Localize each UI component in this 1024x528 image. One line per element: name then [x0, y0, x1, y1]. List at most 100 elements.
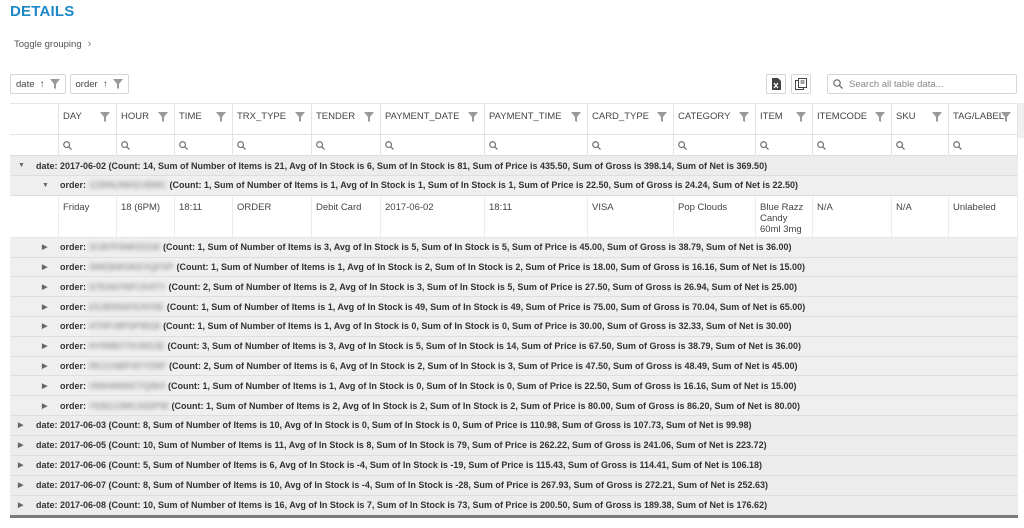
search-input[interactable]	[849, 78, 1009, 90]
group-row-date[interactable]: ▶ date: 2017-06-03 (Count: 8, Sum of Numb…	[10, 415, 1018, 436]
column-header-label: PAYMENT_DATE	[385, 111, 460, 122]
expand-icon[interactable]: ▶	[42, 382, 54, 390]
search-icon	[121, 141, 130, 150]
search-icon	[592, 141, 601, 150]
group-row-order[interactable]: ▼ order: 1Z90NJNKEVBMC (Count: 1, Sum of…	[10, 176, 1018, 196]
column-search-cell[interactable]	[59, 135, 117, 156]
filter-icon[interactable]	[468, 112, 478, 122]
expand-icon[interactable]: ▶	[42, 402, 54, 410]
group-row-date[interactable]: ▶ date: 2017-06-07 (Count: 8, Sum of Numb…	[10, 475, 1018, 496]
expand-icon[interactable]: ▶	[42, 243, 54, 251]
vertical-scrollbar[interactable]	[1018, 103, 1024, 138]
column-chooser-button[interactable]	[791, 74, 811, 94]
filter-icon[interactable]	[875, 112, 885, 122]
filter-icon[interactable]	[364, 112, 374, 122]
column-search-cell[interactable]	[949, 135, 1018, 156]
column-header-day[interactable]: DAY	[59, 104, 117, 135]
column-search-cell[interactable]	[674, 135, 756, 156]
group-row-date[interactable]: ▼ date: 2017-06-02 (Count: 14, Sum of Nu…	[10, 156, 1018, 176]
group-row-order[interactable]: ▶ order: HT0PJ8PSP9018 (Count: 1, Sum of Nu…	[10, 316, 1018, 337]
expand-icon[interactable]: ▶	[42, 362, 54, 370]
column-header-card-type[interactable]: CARD_TYPE	[588, 104, 674, 135]
column-search-cell[interactable]	[813, 135, 892, 156]
group-row-summary: (Count: 2, Sum of Number of Items is 6, …	[169, 360, 798, 371]
group-row-order[interactable]: ▶ order: D7EA6YNFCK0TY (Count: 2, Sum of Nu…	[10, 277, 1018, 298]
search-box	[827, 74, 1017, 94]
column-header-item[interactable]: ITEM	[756, 104, 813, 135]
sort-asc-icon[interactable]: ↑	[103, 79, 108, 90]
column-header-hour[interactable]: HOUR	[117, 104, 175, 135]
column-header-tag-label[interactable]: TAG/LABEL	[949, 104, 1018, 135]
expand-icon[interactable]: ▶	[42, 322, 54, 330]
expand-icon[interactable]: ▶	[42, 342, 54, 350]
filter-icon[interactable]	[739, 112, 749, 122]
toggle-grouping-link[interactable]: Toggle grouping ›	[14, 38, 91, 50]
filter-icon[interactable]	[657, 112, 667, 122]
column-header-category[interactable]: CATEGORY	[674, 104, 756, 135]
column-search-cell[interactable]	[233, 135, 312, 156]
search-icon	[833, 79, 843, 89]
column-search-cell[interactable]	[312, 135, 381, 156]
column-search-cell[interactable]	[892, 135, 949, 156]
filter-icon[interactable]	[1001, 112, 1011, 122]
column-search-cell[interactable]	[756, 135, 813, 156]
cell-sku: N/A	[892, 195, 949, 237]
group-row-order[interactable]: ▶ order: V8AHNN0CTQ964 (Count: 1, Sum of Nu…	[10, 376, 1018, 397]
group-row-order[interactable]: ▶ order: E5JB50AFEAYHE (Count: 1, Sum of Nu…	[10, 297, 1018, 317]
expand-icon[interactable]: ▶	[42, 283, 54, 291]
cell-payment-date: 2017-06-02	[381, 195, 485, 237]
filter-icon[interactable]	[100, 112, 110, 122]
grouping-chip-label: order	[75, 78, 98, 90]
group-row-date[interactable]: ▶ date: 2017-06-08 (Count: 10, Sum of Num…	[10, 495, 1018, 516]
filter-icon[interactable]	[571, 112, 581, 122]
filter-icon[interactable]	[295, 112, 305, 122]
column-header-payment-date[interactable]: PAYMENT_DATE	[381, 104, 485, 135]
grouping-chip-order[interactable]: order ↑	[69, 74, 129, 94]
expand-icon[interactable]: ▶	[18, 501, 30, 509]
expand-icon[interactable]: ▶	[42, 303, 54, 311]
cell-payment-time: 18:11	[485, 195, 588, 237]
collapse-icon[interactable]: ▼	[42, 182, 54, 189]
column-search-cell[interactable]	[588, 135, 674, 156]
column-search-cell[interactable]	[175, 135, 233, 156]
group-row-summary: (Count: 1, Sum of Number of Items is 1, …	[166, 301, 806, 312]
group-row-order[interactable]: ▶ order: YEB2JJWCA52PW (Count: 1, Sum of Nu…	[10, 396, 1018, 416]
group-row-date[interactable]: ▶ date: 2017-06-06 (Count: 5, Sum of Numb…	[10, 455, 1018, 476]
column-header-tender[interactable]: TENDER	[312, 104, 381, 135]
collapse-icon[interactable]: ▼	[18, 162, 30, 169]
column-header-sku[interactable]: SKU	[892, 104, 949, 135]
group-row-label: date: 2017-06-08 (Count: 10, Sum of Numb…	[36, 500, 768, 511]
expand-icon[interactable]: ▶	[18, 461, 30, 469]
expand-icon[interactable]: ▶	[18, 441, 30, 449]
expand-icon[interactable]: ▶	[42, 263, 54, 271]
filter-icon[interactable]	[932, 112, 942, 122]
columns-icon	[795, 78, 807, 90]
group-row-date[interactable]: ▶ date: 2017-06-05 (Count: 10, Sum of Num…	[10, 435, 1018, 456]
horizontal-scrollbar[interactable]	[10, 515, 1018, 518]
group-row-order[interactable]: ▶ order: HYR8BYTKX83JE (Count: 3, Sum of Nu…	[10, 336, 1018, 357]
filter-icon[interactable]	[158, 112, 168, 122]
expand-icon[interactable]: ▶	[18, 421, 30, 429]
column-search-cell[interactable]	[485, 135, 588, 156]
group-row-summary: (Count: 2, Sum of Number of Items is 2, …	[168, 281, 798, 292]
expand-icon[interactable]: ▶	[18, 481, 30, 489]
column-header-time[interactable]: TIME	[175, 104, 233, 135]
export-excel-button[interactable]	[766, 74, 786, 94]
filter-icon[interactable]	[216, 112, 226, 122]
group-row-order[interactable]: ▶ order: 3CM7F0NR331W (Count: 1, Sum of Num…	[10, 237, 1018, 258]
group-row-order[interactable]: ▶ order: 3WEBWOKEVQFXP (Count: 1, Sum of Nu…	[10, 257, 1018, 278]
column-header-itemcode[interactable]: ITEMCODE	[813, 104, 892, 135]
sort-asc-icon[interactable]: ↑	[40, 79, 45, 90]
group-row-order[interactable]: ▶ order: RK1C6BPXFYD9P (Count: 2, Sum of Nu…	[10, 356, 1018, 377]
column-header-payment-time[interactable]: PAYMENT_TIME	[485, 104, 588, 135]
filter-icon[interactable]	[49, 79, 60, 89]
grouping-chip-date[interactable]: date ↑	[10, 74, 66, 94]
table-row[interactable]: Friday 18 (6PM) 18:11 ORDER Debit Card 2…	[10, 195, 1018, 238]
filter-icon[interactable]	[796, 112, 806, 122]
cell-hour: 18 (6PM)	[117, 195, 175, 237]
group-row-label: date: 2017-06-03 (Count: 8, Sum of Numbe…	[36, 420, 752, 431]
column-search-cell[interactable]	[117, 135, 175, 156]
column-search-cell[interactable]	[381, 135, 485, 156]
column-header-trx-type[interactable]: TRX_TYPE	[233, 104, 312, 135]
filter-icon[interactable]	[112, 79, 123, 89]
